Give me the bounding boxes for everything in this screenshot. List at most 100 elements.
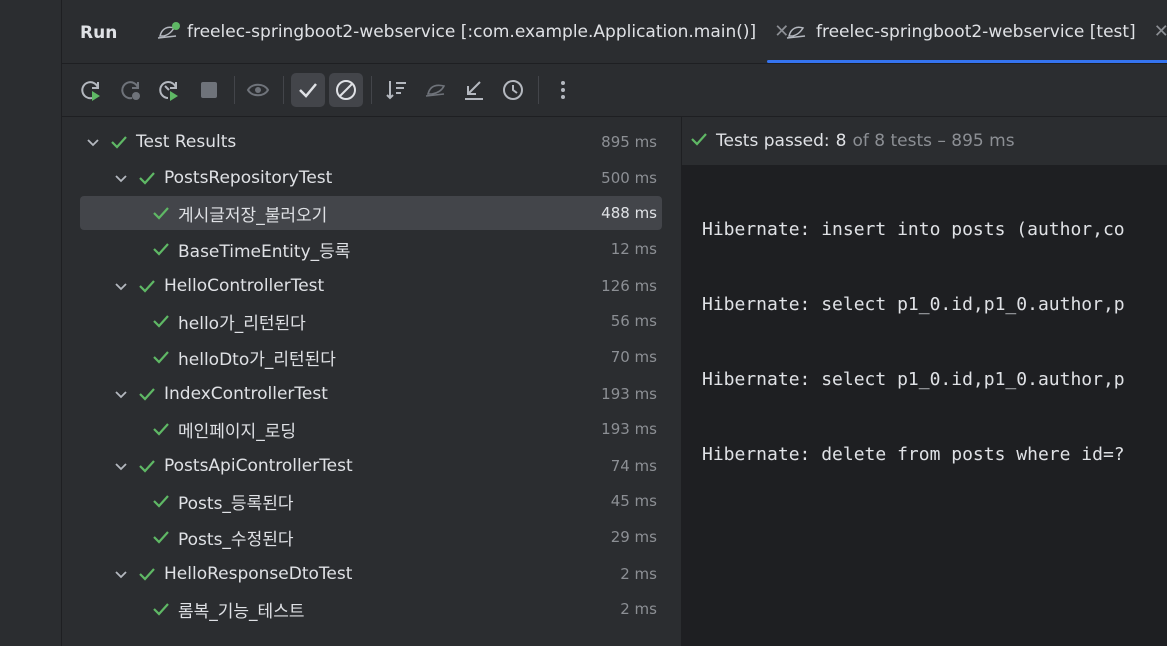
tree-row[interactable]: Test Results 895 ms [80, 125, 662, 159]
tree-row[interactable]: IndexControllerTest 193 ms [80, 377, 662, 411]
tree-row-selected[interactable]: 게시글저장_불러오기 488 ms [80, 196, 662, 230]
tree-label: 메인페이지_로딩 [178, 421, 296, 442]
tree-label: PostsApiControllerTest [164, 456, 353, 476]
left-tool-strip [0, 0, 62, 646]
toolbar-separator [371, 76, 372, 104]
tree-label: Posts_등록된다 [178, 493, 294, 514]
check-icon [138, 565, 156, 583]
tree-label: BaseTimeEntity_등록 [178, 241, 351, 262]
tab-application-main[interactable]: freelec-springboot2-webservice [:com.exa… [156, 0, 789, 63]
tree-label: Posts_수정된다 [178, 529, 294, 550]
spring-test-icon [785, 22, 811, 42]
import-tests-icon[interactable] [419, 73, 453, 107]
close-icon[interactable]: ✕ [1154, 21, 1167, 42]
tree-row[interactable]: PostsRepositoryTest 500 ms [80, 161, 662, 195]
spring-run-icon [156, 21, 182, 42]
test-results-tree: Test Results 895 ms PostsRepositoryTest 50… [62, 117, 681, 646]
check-icon [152, 204, 170, 222]
stop-icon[interactable] [192, 73, 226, 107]
status-summary: of 8 tests – 895 ms [852, 131, 1015, 151]
tree-row[interactable]: hello가_리턴된다 56 ms [80, 304, 662, 338]
console-line: Hibernate: select p1_0.id,p1_0.author,p [702, 294, 1125, 315]
test-duration: 29 ms [610, 528, 657, 546]
console-line: Hibernate: insert into posts (author,co [702, 219, 1125, 240]
toolbar-separator [234, 76, 235, 104]
check-icon [152, 420, 170, 438]
console-line: Hibernate: select p1_0.id,p1_0.author,p [702, 369, 1125, 390]
chevron-down-icon[interactable] [114, 459, 128, 473]
show-ignored-icon[interactable] [329, 73, 363, 107]
tree-label: Test Results [136, 132, 237, 152]
test-duration: 895 ms [601, 133, 657, 151]
console-log: Hibernate: insert into posts (author,co … [702, 174, 1125, 516]
test-duration: 193 ms [601, 385, 657, 403]
tree-row[interactable]: PostsApiControllerTest 74 ms [80, 449, 662, 483]
check-icon [138, 169, 156, 187]
test-duration: 45 ms [610, 492, 657, 510]
chevron-down-icon[interactable] [86, 135, 100, 149]
status-label: Tests passed: [716, 131, 830, 151]
check-icon [152, 348, 170, 366]
chevron-down-icon[interactable] [114, 279, 128, 293]
check-icon [690, 130, 708, 153]
rerun-icon[interactable] [74, 73, 108, 107]
chevron-down-icon[interactable] [114, 567, 128, 581]
collapse-icon[interactable] [457, 73, 491, 107]
tree-row[interactable]: Posts_수정된다 29 ms [80, 520, 662, 554]
sort-icon[interactable] [380, 73, 414, 107]
more-icon[interactable] [546, 73, 580, 107]
tree-row[interactable]: HelloResponseDtoTest 2 ms [80, 557, 662, 591]
rerun-failed-icon[interactable] [114, 73, 148, 107]
test-duration: 193 ms [601, 420, 657, 438]
test-duration: 12 ms [610, 240, 657, 258]
tree-label: 롬복_기능_테스트 [178, 601, 305, 622]
test-duration: 74 ms [610, 457, 657, 475]
tree-label: hello가_리턴된다 [178, 313, 306, 334]
check-icon [152, 600, 170, 618]
tab-label: freelec-springboot2-webservice [test] [816, 21, 1136, 42]
tree-label: helloDto가_리턴된다 [178, 349, 336, 370]
tree-row[interactable]: 메인페이지_로딩 193 ms [80, 412, 662, 446]
tree-label: IndexControllerTest [164, 384, 328, 404]
tree-label: PostsRepositoryTest [164, 168, 333, 188]
toolbar-separator [283, 76, 284, 104]
tree-label: 게시글저장_불러오기 [178, 205, 328, 226]
check-icon [110, 133, 128, 151]
check-icon [152, 492, 170, 510]
show-passed-icon[interactable] [291, 73, 325, 107]
tree-row[interactable]: 롬복_기능_테스트 2 ms [80, 592, 662, 626]
test-duration: 2 ms [620, 565, 657, 583]
check-icon [152, 528, 170, 546]
history-icon[interactable] [496, 73, 530, 107]
chevron-down-icon[interactable] [114, 171, 128, 185]
run-panel-title: Run [80, 23, 118, 43]
show-passed-toggle-icon[interactable] [241, 73, 275, 107]
check-icon [152, 312, 170, 330]
test-duration: 126 ms [601, 277, 657, 295]
tree-row[interactable]: Posts_등록된다 45 ms [80, 484, 662, 518]
tab-test[interactable]: freelec-springboot2-webservice [test] ✕ [767, 0, 1167, 63]
check-icon [138, 277, 156, 295]
test-duration: 488 ms [601, 204, 657, 222]
test-duration: 56 ms [610, 312, 657, 330]
tree-row[interactable]: BaseTimeEntity_등록 12 ms [80, 232, 662, 266]
check-icon [152, 240, 170, 258]
tab-label: freelec-springboot2-webservice [:com.exa… [187, 21, 757, 42]
tree-label: HelloResponseDtoTest [164, 564, 353, 584]
rerun-debug-icon[interactable] [152, 73, 186, 107]
check-icon [138, 385, 156, 403]
run-panel-header: Run freelec-springboot2-webservice [:com… [62, 0, 1167, 64]
console-output[interactable]: Tests passed: 8 of 8 tests – 895 ms Hibe… [682, 117, 1167, 646]
test-duration: 500 ms [601, 169, 657, 187]
tree-row[interactable]: HelloControllerTest 126 ms [80, 269, 662, 303]
tree-row[interactable]: helloDto가_리턴된다 70 ms [80, 340, 662, 374]
test-status-bar: Tests passed: 8 of 8 tests – 895 ms [682, 117, 1167, 165]
passed-count: 8 [835, 131, 847, 151]
test-toolbar [62, 64, 1167, 117]
test-duration: 70 ms [610, 348, 657, 366]
chevron-down-icon[interactable] [114, 387, 128, 401]
check-icon [138, 457, 156, 475]
test-duration: 2 ms [620, 600, 657, 618]
toolbar-separator [538, 76, 539, 104]
tree-label: HelloControllerTest [164, 276, 325, 296]
